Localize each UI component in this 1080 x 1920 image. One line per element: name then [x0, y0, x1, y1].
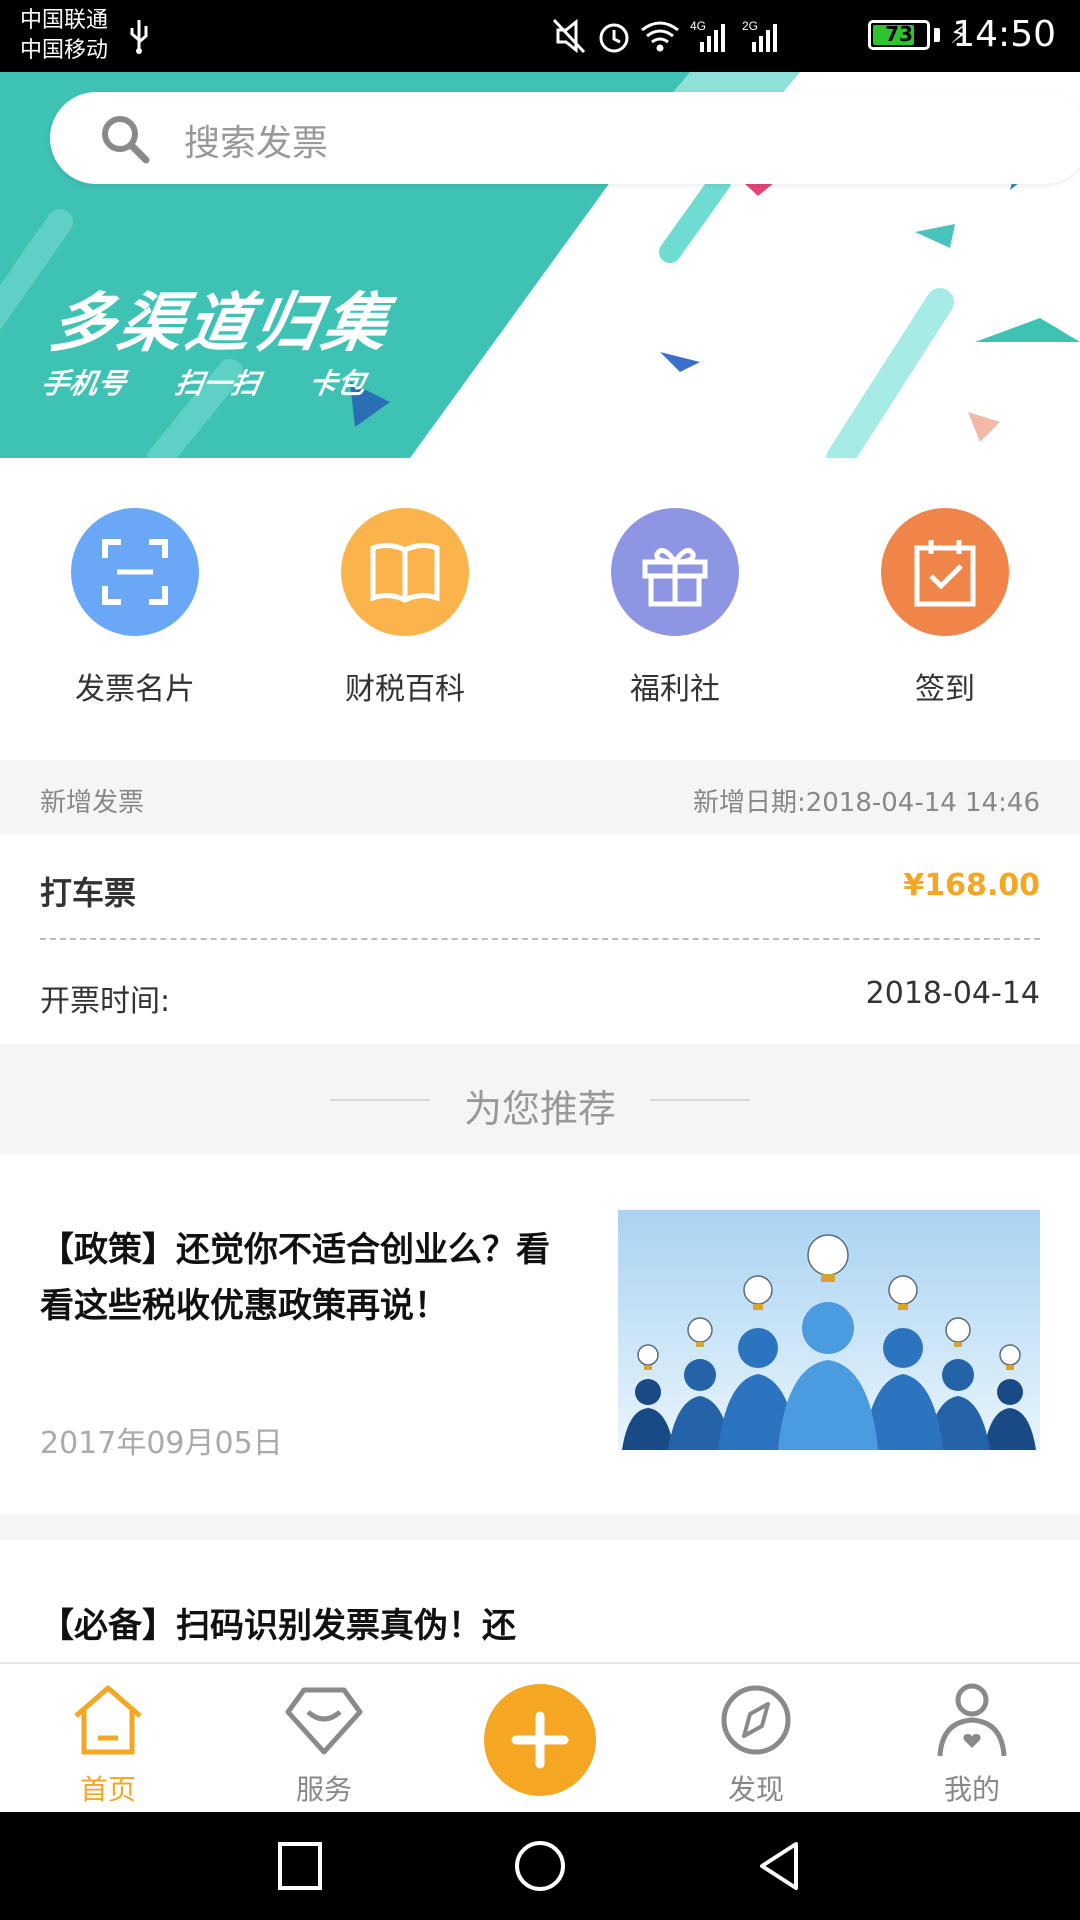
search-input[interactable]: 搜索发票 [50, 92, 1080, 184]
nav-label: 首页 [79, 1773, 136, 1806]
nav-label: 我的 [943, 1773, 1000, 1806]
quick-action-checkin[interactable]: 签到 [835, 508, 1055, 728]
nav-label: 发现 [727, 1773, 784, 1806]
home-icon [74, 1685, 142, 1755]
gift-icon [642, 547, 708, 607]
search-icon [102, 116, 150, 164]
home-circle-icon[interactable] [512, 1838, 568, 1894]
svg-text:2G: 2G [742, 19, 758, 33]
quick-action-label: 发票名片 [75, 672, 195, 707]
article-title: 【政策】还觉你不适合创业么？看看这些税收优惠政策再说！ [40, 1230, 550, 1326]
compass-icon [721, 1685, 791, 1755]
quick-action-tax-wiki[interactable]: 财税百科 [295, 508, 515, 728]
signal-2g-icon: 2G [742, 19, 777, 52]
battery-icon: 73 [868, 20, 930, 50]
nav-discover[interactable]: 发现 [681, 1680, 831, 1810]
invoice-amount: ¥168.00 [903, 868, 1040, 903]
quick-action-icon-bg [341, 508, 469, 636]
banner-subtitle: 手机号 扫一扫 卡包 [38, 362, 409, 402]
signal-4g-icon: 4G [690, 19, 725, 52]
quick-action-icon-bg [71, 508, 199, 636]
article-card[interactable]: 【必备】扫码识别发票真伪！还 [0, 1540, 1080, 1662]
recommend-header: 为您推荐 [0, 1044, 1080, 1154]
wifi-icon [641, 21, 679, 52]
article-card[interactable]: 【政策】还觉你不适合创业么？看看这些税收优惠政策再说！ 2017年09月05日 [0, 1154, 1080, 1514]
article-date: 2017年09月05日 [40, 1426, 283, 1461]
status-time: 14:50 [952, 14, 1056, 55]
bottom-nav: 首页 服务 发现 我的 [0, 1662, 1080, 1814]
add-invoice-button[interactable] [484, 1684, 596, 1796]
quick-action-welfare[interactable]: 福利社 [565, 508, 785, 728]
status-bar: 中国联通 中国移动 4G 2G 73 ⚡ 14:50 [0, 0, 1080, 72]
carrier-info: 中国联通 中国移动 [20, 6, 108, 66]
new-invoice-added-date: 新增日期:2018-04-14 14:46 [692, 788, 1040, 818]
battery-tip [934, 28, 940, 42]
quick-action-invoice-card[interactable]: 发票名片 [25, 508, 245, 728]
quick-action-icon-bg [881, 508, 1009, 636]
open-book-icon [370, 542, 440, 603]
nav-service[interactable]: 服务 [249, 1680, 399, 1810]
diamond-icon [285, 1687, 363, 1755]
article-title: 【必备】扫码识别发票真伪！还 [40, 1606, 516, 1646]
carrier-1: 中国联通 [20, 8, 109, 33]
banner-subtitle-scan: 扫一扫 [172, 367, 263, 400]
recent-apps-icon[interactable] [276, 1838, 326, 1894]
mute-icon [552, 18, 586, 54]
quick-actions: 发票名片 财税百科 福利社 签到 [0, 458, 1080, 760]
carrier-2: 中国移动 [20, 38, 109, 63]
person-icon [937, 1683, 1007, 1757]
system-nav-bar [0, 1812, 1080, 1920]
battery-level: 73 [885, 22, 913, 46]
lightbulb-people-image [618, 1210, 1040, 1450]
divider-right [650, 1099, 750, 1101]
invoice-card[interactable]: 打车票 ¥168.00 开票时间: 2018-04-14 [0, 834, 1080, 1044]
quick-action-label: 财税百科 [345, 672, 465, 707]
nav-label: 服务 [295, 1773, 352, 1806]
calendar-check-icon [914, 540, 976, 607]
invoice-type: 打车票 [40, 874, 137, 912]
add-icon [511, 1711, 569, 1769]
recommend-title: 为您推荐 [463, 1087, 616, 1131]
quick-action-icon-bg [611, 508, 739, 636]
invoice-issue-label: 开票时间: [40, 984, 171, 1019]
svg-text:4G: 4G [690, 19, 706, 33]
back-icon[interactable] [754, 1838, 804, 1894]
new-invoice-header: 新增发票 新增日期:2018-04-14 14:46 [0, 760, 1080, 834]
search-placeholder: 搜索发票 [184, 123, 329, 164]
quick-action-label: 福利社 [630, 672, 720, 707]
dashed-divider [40, 938, 1040, 940]
alarm-icon [599, 23, 629, 53]
quick-action-label: 签到 [915, 672, 975, 707]
banner-title: 多渠道归集 [44, 287, 398, 361]
invoice-issue-date: 2018-04-14 [865, 976, 1040, 1011]
usb-icon [130, 20, 148, 54]
banner-subtitle-cardbag: 卡包 [306, 367, 369, 400]
new-invoice-label: 新增发票 [40, 788, 145, 818]
nav-home[interactable]: 首页 [33, 1680, 183, 1810]
scan-frame-icon [102, 539, 168, 605]
nav-mine[interactable]: 我的 [897, 1680, 1047, 1810]
banner-subtitle-phone: 手机号 [38, 367, 129, 400]
section-gap [0, 1514, 1080, 1540]
